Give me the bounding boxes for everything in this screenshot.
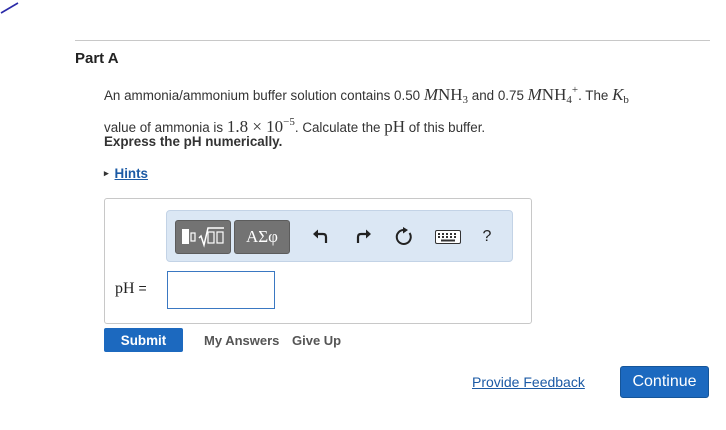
question-text-3: . The <box>578 88 613 103</box>
question-text-5: . Calculate the <box>294 120 385 135</box>
kb-value-exponent: −5 <box>283 116 295 128</box>
corner-mark <box>0 2 19 14</box>
templates-button[interactable] <box>175 220 231 254</box>
keyboard-icon <box>435 230 461 244</box>
nh3-concentration: MNH3 <box>423 85 468 106</box>
kb-subscript: b <box>623 94 629 106</box>
hints-link[interactable]: Hints <box>115 166 148 181</box>
molarity-unit: M <box>527 85 542 104</box>
nh4-formula: NH <box>541 85 567 104</box>
caret-right-icon: ▸ <box>104 168 109 178</box>
nh4-concentration: MNH4+ <box>527 84 578 106</box>
symbols-button[interactable]: ΑΣφ <box>234 220 290 254</box>
molarity-unit: M <box>423 85 438 104</box>
hints-toggle[interactable]: ▸ Hints <box>104 166 148 181</box>
instruction-text: Express the pH numerically. <box>104 134 283 149</box>
provide-feedback-link[interactable]: Provide Feedback <box>472 374 585 390</box>
equation-toolbar: ΑΣφ ? <box>166 210 513 262</box>
redo-icon <box>356 229 371 243</box>
reset-icon <box>395 227 412 245</box>
kb-symbol: Kb <box>612 85 629 106</box>
templates-icon <box>182 227 224 248</box>
part-title: Part A <box>75 50 119 67</box>
ph-answer-input[interactable] <box>167 271 275 309</box>
help-button[interactable]: ? <box>473 220 501 254</box>
undo-icon <box>313 229 328 243</box>
reset-button[interactable] <box>390 220 418 254</box>
ph-label-equals: = <box>134 280 147 296</box>
submit-button[interactable]: Submit <box>104 328 183 352</box>
redo-button[interactable] <box>349 220 377 254</box>
ph-input-label: pH = <box>115 280 147 298</box>
question-text-1: An ammonia/ammonium buffer solution cont… <box>104 88 424 103</box>
question-text-4: value of ammonia is <box>104 120 227 135</box>
ph-term: pH <box>384 117 405 136</box>
question-text-6: of this buffer. <box>404 120 486 135</box>
continue-button[interactable]: Continue <box>620 366 709 398</box>
my-answers-link[interactable]: My Answers <box>204 333 279 348</box>
section-divider <box>75 40 710 41</box>
question-text: An ammonia/ammonium buffer solution cont… <box>104 79 714 139</box>
undo-button[interactable] <box>307 220 335 254</box>
kb-letter: K <box>612 85 624 104</box>
nh3-formula: NH <box>437 85 463 104</box>
keyboard-button[interactable] <box>431 220 465 254</box>
give-up-link[interactable]: Give Up <box>292 333 341 348</box>
ph-label-symbol: pH <box>115 280 135 297</box>
question-text-2: and 0.75 <box>468 88 528 103</box>
